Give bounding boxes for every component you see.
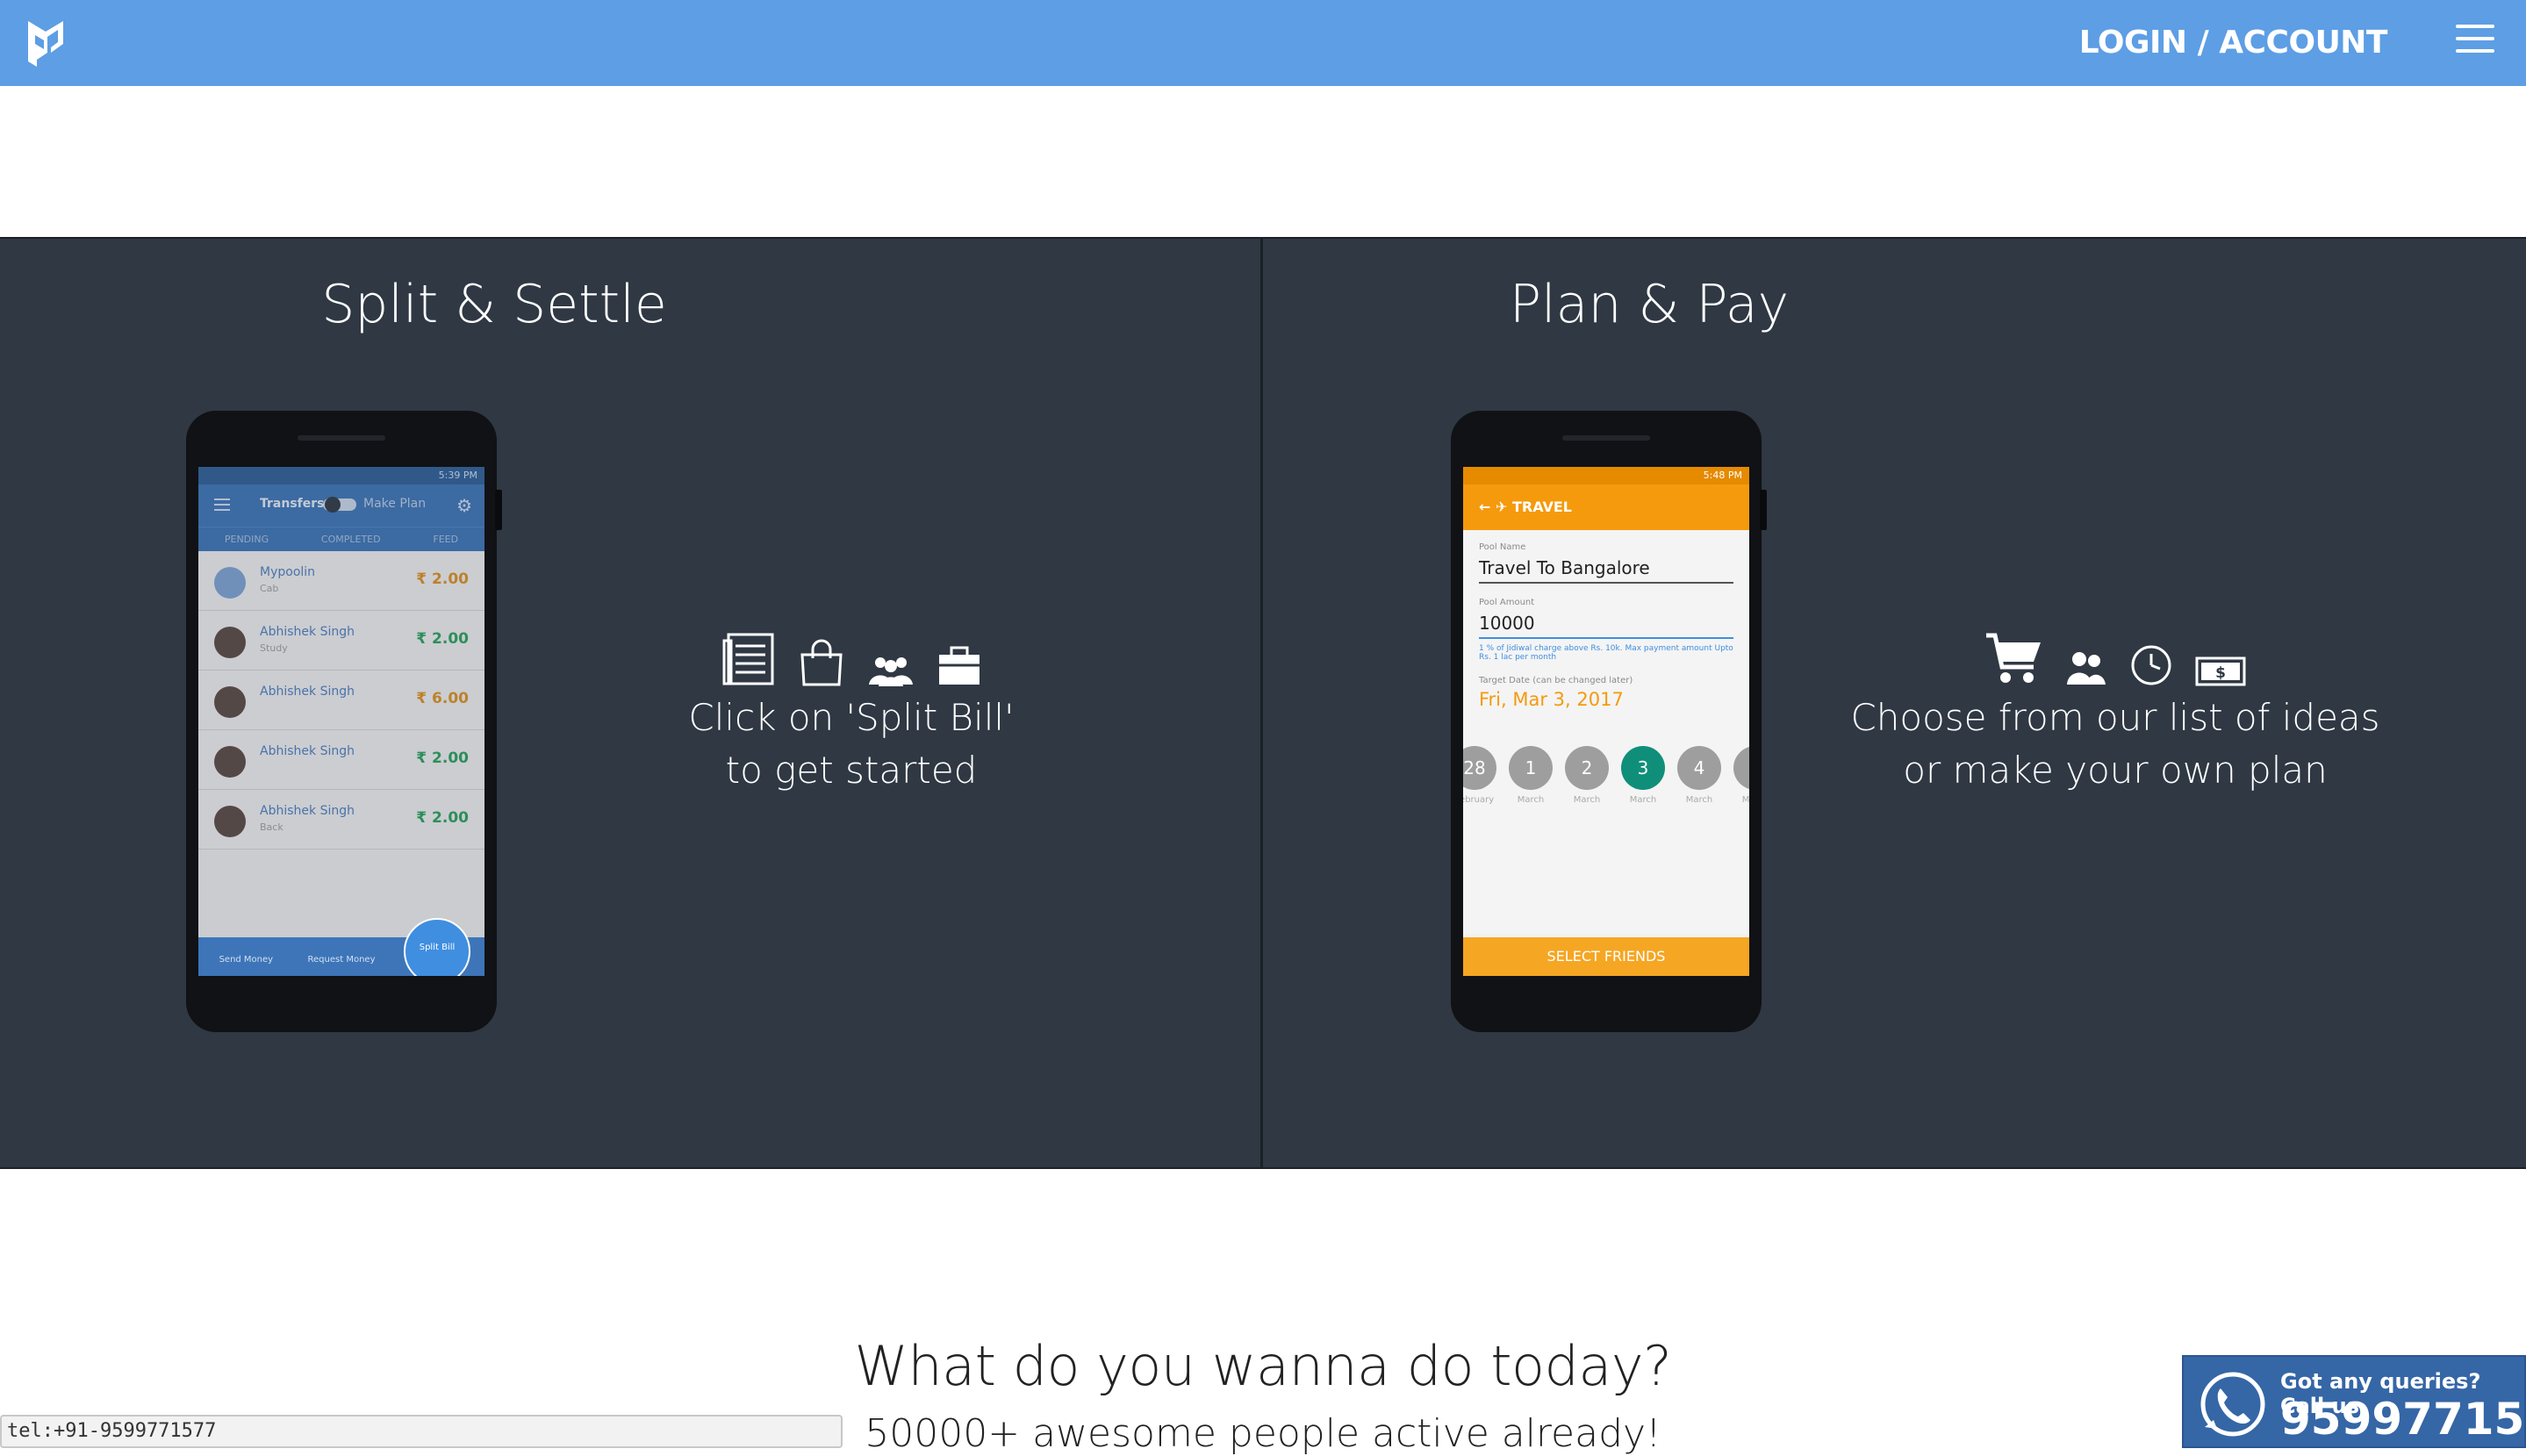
phone-status-bar: 5:48 PM — [1463, 467, 1749, 484]
group-icon — [869, 657, 913, 686]
select-friends-button: SELECT FRIENDS — [1463, 937, 1749, 976]
target-date-value: Fri, Mar 3, 2017 — [1479, 689, 1624, 710]
month-label: March — [1573, 795, 1601, 805]
phone-bar-title: TRAVEL — [1511, 498, 1572, 515]
send-money-label: Send Money — [219, 955, 274, 965]
date-chip: 2 — [1565, 746, 1609, 790]
login-account-link[interactable]: LOGIN / ACCOUNT — [2079, 21, 2388, 65]
date-chip: 28 — [1463, 746, 1496, 790]
target-date-label: Target Date (can be changed later) — [1479, 676, 1633, 685]
plan-line-1: Choose from our list of ideas — [1850, 696, 2380, 739]
phone-call-icon — [2200, 1372, 2265, 1437]
panel-divider — [1260, 239, 1263, 1167]
svg-text:$: $ — [2215, 664, 2226, 682]
pool-amount-value: 10000 — [1479, 607, 1733, 639]
pool-note: 1 % of Jidiwal charge above Rs. 10k. Max… — [1479, 644, 1733, 662]
month-label: March — [1685, 795, 1713, 805]
date-chip: 4 — [1677, 746, 1721, 790]
split-feature-text: Click on 'Split Bill' to get started — [571, 616, 1132, 797]
split-settle-title: Split & Settle — [321, 274, 667, 335]
pool-name-value: Travel To Bangalore — [1479, 552, 1733, 584]
date-chip-selected: 3 — [1621, 746, 1665, 790]
browser-status-url: tel:+91-9599771577 — [0, 1415, 843, 1448]
clock-icon — [2131, 645, 2171, 685]
split-line-1: Click on 'Split Bill' — [688, 696, 1015, 739]
features-section: Split & Settle 5:39 PM Transfers Make Pl… — [0, 237, 2526, 1169]
date-picker: 28 1 2 3 4 5 — [1463, 746, 1749, 790]
split-bill-fab: Split Bill — [404, 918, 470, 976]
plan-line-2: or make your own plan — [1903, 749, 2328, 792]
month-label: February — [1463, 795, 1495, 805]
call-number[interactable]: 9599771577 — [2280, 1394, 2526, 1445]
split-line-2: to get started — [725, 749, 978, 792]
brand-logo-icon[interactable] — [25, 18, 70, 70]
section-heading: What do you wanna do today? — [854, 1334, 1672, 1398]
call-us-widget[interactable]: Got any queries? Call us 9599771577 — [2182, 1355, 2526, 1448]
date-months: February March March March March March — [1463, 795, 1749, 805]
hamburger-menu-icon[interactable] — [2456, 25, 2494, 56]
split-settle-panel[interactable]: Split & Settle 5:39 PM Transfers Make Pl… — [0, 239, 1262, 1167]
briefcase-icon — [939, 646, 980, 685]
pool-name-label: Pool Name — [1479, 542, 1526, 552]
date-chip: 5 — [1733, 746, 1749, 790]
shopping-bag-icon — [800, 639, 843, 686]
cart-icon — [1986, 633, 2041, 683]
month-label: March — [1741, 795, 1749, 805]
plan-pay-panel[interactable]: Plan & Pay 5:48 PM ← ✈ TRAVEL Pool Name … — [1264, 239, 2526, 1167]
top-navbar: LOGIN / ACCOUNT — [0, 0, 2526, 86]
month-label: March — [1517, 795, 1545, 805]
bill-icon — [722, 633, 774, 685]
plan-pay-title: Plan & Pay — [1509, 274, 1790, 335]
date-chip: 1 — [1509, 746, 1553, 790]
people-icon — [2067, 652, 2106, 685]
split-phone-mockup: 5:39 PM Transfers Make Plan ⚙ PENDING CO… — [186, 411, 502, 1032]
plan-phone-mockup: 5:48 PM ← ✈ TRAVEL Pool Name Travel To B… — [1451, 411, 1767, 1032]
plan-feature-text: $ Choose from our list of ideas or make … — [1834, 616, 2396, 797]
pool-amount-label: Pool Amount — [1479, 598, 1535, 607]
money-icon: $ — [2195, 656, 2246, 686]
phone-app-bar: ← ✈ TRAVEL — [1463, 484, 1749, 530]
month-label: March — [1629, 795, 1657, 805]
request-money-label: Request Money — [307, 955, 376, 965]
